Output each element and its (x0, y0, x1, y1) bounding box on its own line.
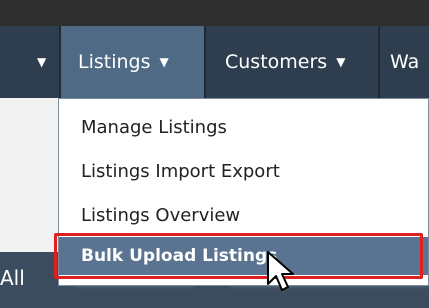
top-bar (0, 0, 429, 26)
caret-down-icon: ▼ (37, 55, 47, 69)
caret-down-icon: ▼ (336, 55, 346, 69)
highlight-annotation-box (54, 233, 423, 279)
nav-item-partial-right[interactable]: Wa (382, 26, 429, 98)
arrow-cursor-icon (267, 251, 294, 291)
background-text-fragment: All (0, 266, 25, 290)
menu-item-manage-listings[interactable]: Manage Listings (59, 107, 428, 147)
main-navigation: ▼ Listings ▼ Customers ▼ Wa (0, 26, 429, 98)
menu-item-listings-overview[interactable]: Listings Overview (59, 195, 428, 235)
nav-item-label: Wa (390, 51, 420, 73)
caret-down-icon: ▼ (159, 55, 169, 69)
nav-item-label: Customers (225, 51, 328, 73)
nav-divider (378, 26, 380, 98)
nav-item-listings[interactable]: Listings ▼ (61, 26, 204, 98)
nav-item-label: Listings (78, 51, 151, 73)
menu-item-listings-import-export[interactable]: Listings Import Export (59, 151, 428, 191)
nav-item-customers[interactable]: Customers ▼ (206, 26, 376, 98)
nav-item-partial-left[interactable]: ▼ (28, 26, 58, 98)
